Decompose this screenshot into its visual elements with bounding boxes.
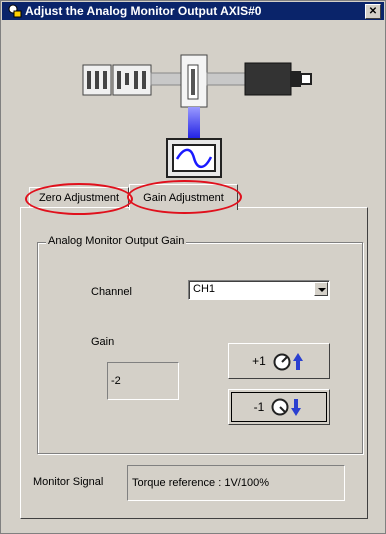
tab-gain-adjustment-label: Gain Adjustment (143, 191, 224, 204)
connector-unit-icon (180, 54, 208, 108)
tab-zero-adjustment-label: Zero Adjustment (38, 192, 120, 204)
monitor-signal-display: Torque reference : 1V/100% (127, 465, 345, 501)
gain-minus-one-button[interactable]: -1 (228, 389, 330, 425)
monitor-signal-label: Monitor Signal (33, 476, 104, 488)
servo-drive-icon (82, 64, 152, 96)
gain-value-display: -2 (107, 362, 179, 400)
dialog-window: Adjust the Analog Monitor Output AXIS#0 … (0, 0, 386, 534)
title-bar[interactable]: Adjust the Analog Monitor Output AXIS#0 … (2, 2, 384, 20)
channel-label: Channel (91, 286, 132, 298)
cable-left (150, 72, 182, 86)
cable-right (206, 72, 246, 86)
dial-up-arrow-icon (273, 353, 303, 371)
gain-plus-one-button[interactable]: +1 (228, 343, 330, 379)
close-button[interactable]: ✕ (365, 4, 381, 19)
signal-beam (188, 107, 200, 143)
channel-select-value: CH1 (193, 283, 216, 295)
dial-down-arrow-icon (271, 398, 302, 416)
monitor-signal-value: Torque reference : 1V/100% (132, 477, 269, 489)
tab-gain-adjustment[interactable]: Gain Adjustment (129, 184, 238, 210)
servo-system-diagram (82, 54, 312, 178)
oscilloscope-icon (166, 138, 222, 178)
gain-minus-one-label: -1 (253, 400, 265, 414)
channel-select[interactable]: CH1 (188, 280, 330, 300)
group-title: Analog Monitor Output Gain (46, 235, 187, 247)
gain-value: -2 (111, 375, 121, 387)
gain-label: Gain (91, 336, 115, 348)
tab-zero-adjustment[interactable]: Zero Adjustment (29, 187, 129, 208)
window-title: Adjust the Analog Monitor Output AXIS#0 (25, 4, 262, 18)
gain-adjustment-panel: Analog Monitor Output Gain Channel CH1 G… (20, 207, 368, 519)
app-icon (8, 4, 22, 18)
gain-plus-one-label: +1 (252, 354, 266, 368)
chevron-down-icon[interactable] (314, 282, 328, 296)
servomotor-icon (244, 62, 312, 96)
